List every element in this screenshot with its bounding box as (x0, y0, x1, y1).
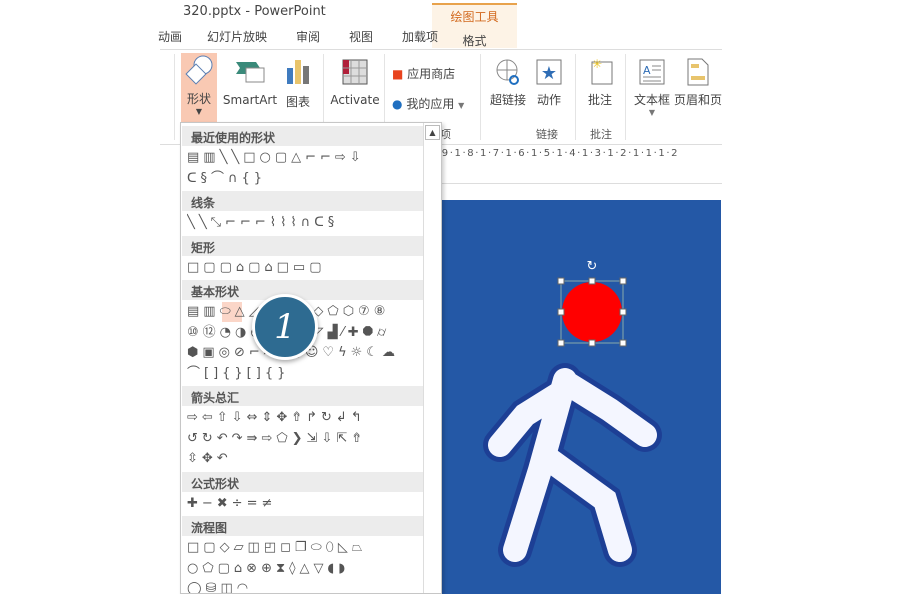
walking-person-image: ↻ (483, 259, 662, 567)
activate-icon (342, 59, 368, 85)
comment-icon: ✳ (591, 57, 613, 85)
group-label-comments: 批注 (590, 128, 612, 141)
shape-section-header: 流程图 (182, 516, 423, 536)
shapes-label: 形状 (186, 92, 211, 106)
textbox-icon: A (639, 59, 665, 85)
selected-circle-shape[interactable]: ↻ (557, 259, 627, 347)
shape-row[interactable]: ▤▥╲╲□○▢△⌐⌐⇨⇩ (187, 148, 423, 168)
my-apps-button[interactable]: ● 我的应用 ▼ (392, 95, 464, 112)
my-apps-icon: ● (392, 97, 403, 111)
chevron-down-icon: ▼ (648, 108, 656, 117)
chevron-down-icon: ▼ (458, 101, 465, 110)
tab-review[interactable]: 审阅 (296, 28, 320, 45)
shape-row[interactable]: ᑕ§⌒∩{} (187, 169, 423, 189)
shapes-gallery-dropdown: 最近使用的形状 ▤▥╲╲□○▢△⌐⌐⇨⇩ ᑕ§⌒∩{} 线条 ╲╲⤡⌐⌐⌐⌇⌇⌇∩ᑕ§ 矩… (180, 122, 442, 594)
header-footer-button[interactable]: 页眉和页 (674, 58, 722, 108)
store-icon: ■ (392, 67, 404, 81)
action-star-icon: ★ (536, 59, 562, 85)
action-label: 动作 (536, 93, 561, 107)
svg-text:A: A (643, 64, 651, 77)
my-apps-label: 我的应用 (406, 97, 455, 111)
shape-row[interactable]: □▢◇▱◫◰◻❐⬭⬯◺⏢ (187, 538, 423, 558)
activate-label: Activate (330, 93, 380, 107)
activate-button[interactable]: Activate (327, 58, 383, 107)
window-title: 320.pptx - PowerPoint (183, 4, 326, 19)
smartart-label: SmartArt (222, 93, 278, 107)
chevron-down-icon: ▼ (195, 107, 203, 116)
globe-link-icon (496, 59, 519, 85)
tab-view[interactable]: 视图 (349, 28, 373, 45)
action-button[interactable]: ★ 动作 (532, 58, 566, 108)
shape-section-header: 基本形状 (182, 280, 423, 300)
shape-section-header: 矩形 (182, 235, 423, 256)
shape-section-header: 最近使用的形状 (182, 126, 423, 146)
tab-animations[interactable]: 动画 (158, 28, 182, 45)
smartart-icon (236, 62, 265, 83)
chart-label: 图表 (285, 95, 310, 109)
scrollbar[interactable]: ▲ (423, 123, 441, 593)
shape-row[interactable]: □▢▢⌂▢⌂□▭▢ (187, 258, 423, 278)
smartart-button[interactable]: SmartArt (222, 58, 278, 107)
svg-text:★: ★ (541, 63, 557, 84)
tab-slideshow[interactable]: 幻灯片放映 (207, 28, 267, 45)
shape-row[interactable]: ⇨⇦⇧⇩⇔⇕✥⇮↱↻↲↰ (187, 408, 423, 428)
horizontal-ruler[interactable]: ·9·1·8·1·7·1·6·1·5·1·4·1·3·1·2·1·1·1·2 (437, 148, 722, 162)
office-store-button[interactable]: ■ 应用商店 (392, 65, 455, 82)
shape-row[interactable]: ⇳✥↶ (187, 449, 423, 469)
hyperlink-label: 超链接 (489, 93, 526, 107)
svg-text:✳: ✳ (592, 57, 602, 71)
tab-addins[interactable]: 加载项 (402, 28, 438, 45)
textbox-button[interactable]: A 文本框 ▼ (632, 58, 672, 117)
hyperlink-button[interactable]: 超链接 (487, 58, 529, 108)
header-footer-label: 页眉和页 (674, 93, 722, 107)
step-callout-badge: 1 (252, 294, 318, 360)
shape-section-header: 箭头总汇 (182, 386, 423, 406)
shape-row[interactable]: ✚−✖÷=≠ (187, 494, 423, 514)
shape-row[interactable]: ╲╲⤡⌐⌐⌐⌇⌇⌇∩ᑕ§ (187, 213, 423, 233)
scroll-up-arrow-icon[interactable]: ▲ (425, 125, 440, 140)
comment-label: 批注 (587, 93, 612, 107)
chart-button[interactable]: 图表 (283, 58, 313, 110)
slide-canvas[interactable]: ↻ (440, 200, 721, 594)
comment-button[interactable]: ✳ 批注 (582, 56, 618, 108)
drawing-tools-context-tab[interactable]: 绘图工具 格式 (432, 3, 517, 48)
rotate-handle-icon: ↻ (587, 259, 598, 274)
shape-section-header: 公式形状 (182, 471, 423, 492)
shape-section-header: 线条 (182, 191, 423, 211)
textbox-label: 文本框 (633, 93, 670, 107)
shapes-button[interactable]: 形状 ▼ (181, 53, 217, 125)
shapes-icon (185, 55, 213, 85)
header-footer-icon (687, 58, 709, 86)
store-label: 应用商店 (407, 67, 456, 81)
shape-row[interactable]: ⌒[]{}[]{} (187, 364, 423, 384)
group-label-links: 链接 (536, 128, 558, 141)
shape-row[interactable]: ↺↻↶↷⇛⇨⬠❯⇲⇩⇱⇮ (187, 429, 423, 449)
context-group-label: 绘图工具 (450, 10, 499, 24)
tab-format[interactable]: 格式 (432, 32, 517, 49)
shape-row[interactable]: ○⬠▢⌂⊗⊕⧗◊△▽◖◗ (187, 559, 423, 579)
shape-row[interactable]: ◯⛁◫◠ (187, 579, 423, 593)
chart-icon (287, 60, 309, 84)
